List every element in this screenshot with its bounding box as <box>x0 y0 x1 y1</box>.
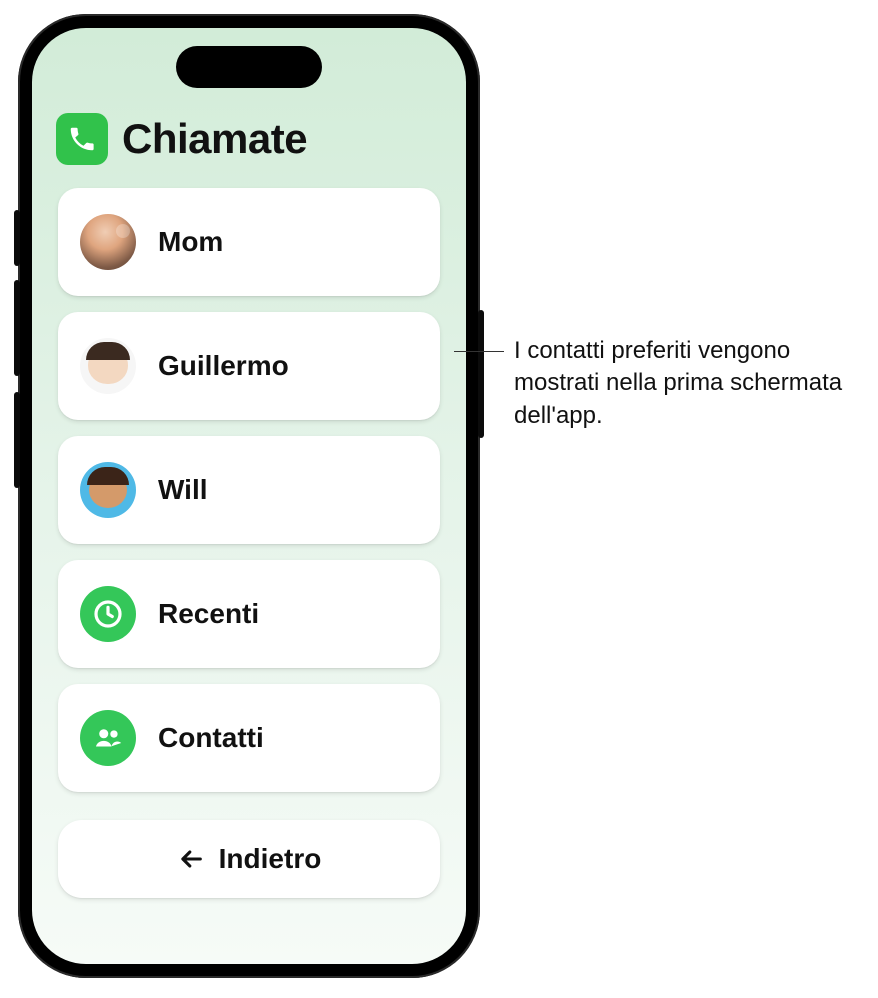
arrow-left-icon <box>177 845 205 873</box>
volume-down-button[interactable] <box>14 392 20 488</box>
back-button[interactable]: Indietro <box>58 820 440 898</box>
callout-text: I contatti preferiti vengono mostrati ne… <box>514 335 866 432</box>
contact-name-label: Will <box>158 474 208 506</box>
contact-guillermo[interactable]: Guillermo <box>58 312 440 420</box>
phone-frame: Chiamate Mom Guillermo Will <box>18 14 480 978</box>
power-button[interactable] <box>478 310 484 438</box>
avatar <box>80 214 136 270</box>
mute-switch[interactable] <box>14 210 20 266</box>
page-title: Chiamate <box>122 115 307 163</box>
people-icon <box>80 710 136 766</box>
contact-mom[interactable]: Mom <box>58 188 440 296</box>
avatar <box>80 462 136 518</box>
volume-up-button[interactable] <box>14 280 20 376</box>
dynamic-island <box>176 46 322 88</box>
phone-icon <box>67 124 97 154</box>
recents-button[interactable]: Recenti <box>58 560 440 668</box>
clock-icon <box>80 586 136 642</box>
back-label: Indietro <box>219 843 322 875</box>
recents-label: Recenti <box>158 598 259 630</box>
contact-name-label: Mom <box>158 226 223 258</box>
contacts-button[interactable]: Contatti <box>58 684 440 792</box>
contacts-label: Contatti <box>158 722 264 754</box>
app-header: Chiamate <box>56 113 442 165</box>
calls-list: Mom Guillermo Will Recenti <box>58 188 440 898</box>
phone-screen: Chiamate Mom Guillermo Will <box>32 28 466 964</box>
contact-will[interactable]: Will <box>58 436 440 544</box>
callout-leader-line <box>454 351 504 352</box>
phone-app-icon <box>56 113 108 165</box>
contact-name-label: Guillermo <box>158 350 289 382</box>
avatar <box>80 338 136 394</box>
